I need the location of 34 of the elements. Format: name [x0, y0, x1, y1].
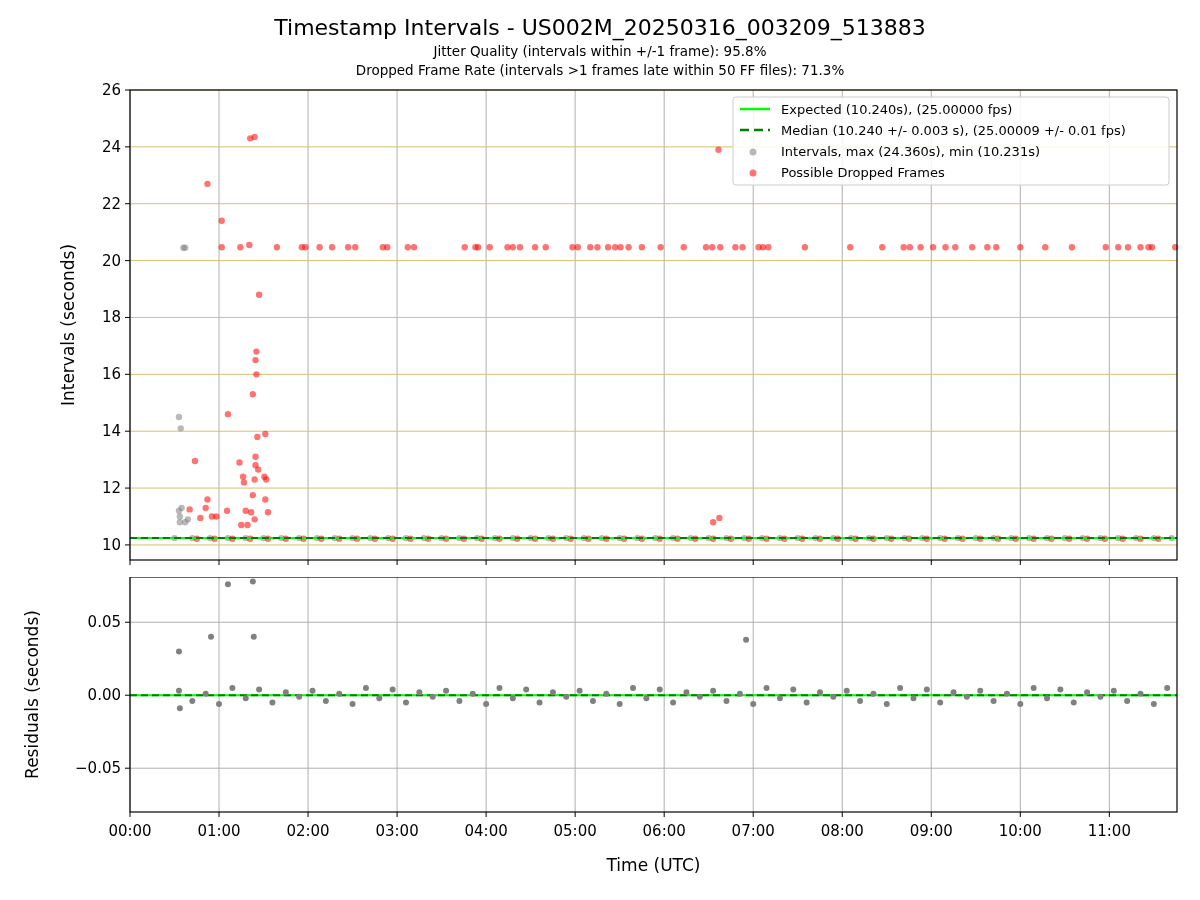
tick-label: 08:00 [820, 822, 864, 840]
tick-label: 16 [101, 365, 121, 384]
tick-label: 26 [101, 81, 121, 99]
chart-title: Timestamp Intervals - US002M_20250316_003209_513883 [274, 14, 926, 42]
legend-label: Expected (10.240s), (25.00000 fps) [781, 102, 1013, 117]
tick-label: 00:00 [108, 822, 152, 840]
tick-label: 05:00 [553, 822, 597, 840]
tick-label: 01:00 [197, 822, 241, 840]
tick-label: 20 [101, 251, 121, 270]
axis-title: Time (UTC) [606, 855, 701, 875]
tick-label: 04:00 [464, 822, 508, 840]
tick-label: 02:00 [286, 822, 330, 840]
tick-label: 10 [101, 535, 121, 554]
legend-label: Median (10.240 +/- 0.003 s), (25.00009 +/- 0.01 fps) [781, 123, 1126, 138]
tick-label: 10:00 [998, 822, 1042, 840]
tick-label: 12 [101, 479, 121, 498]
tick-label: 22 [101, 194, 121, 213]
legend-label: Possible Dropped Frames [781, 165, 945, 180]
chart-subtitle: Dropped Frame Rate (intervals >1 frames late within 50 FF files): 71.3% [355, 61, 845, 80]
tick-label: 18 [101, 308, 121, 327]
tick-label: 14 [101, 422, 121, 441]
tick-label: 03:00 [375, 822, 419, 840]
tick-label: 11:00 [1087, 822, 1131, 840]
legend-label: Intervals, max (24.360s), min (10.231s) [781, 144, 1040, 159]
axis-title: Intervals (seconds) [58, 243, 78, 407]
tick-label: −0.05 [75, 759, 121, 778]
tick-label: 0.05 [87, 613, 121, 632]
axis-title: Residuals (seconds) [22, 610, 42, 779]
chart-subtitle: Jitter Quality (intervals within +/-1 frame): 95.8% [433, 42, 767, 61]
tick-label: 07:00 [731, 822, 775, 840]
tick-label: 09:00 [909, 822, 953, 840]
tick-label: 06:00 [642, 822, 686, 840]
tick-label: 0.00 [87, 686, 121, 705]
tick-label: 24 [101, 137, 121, 156]
